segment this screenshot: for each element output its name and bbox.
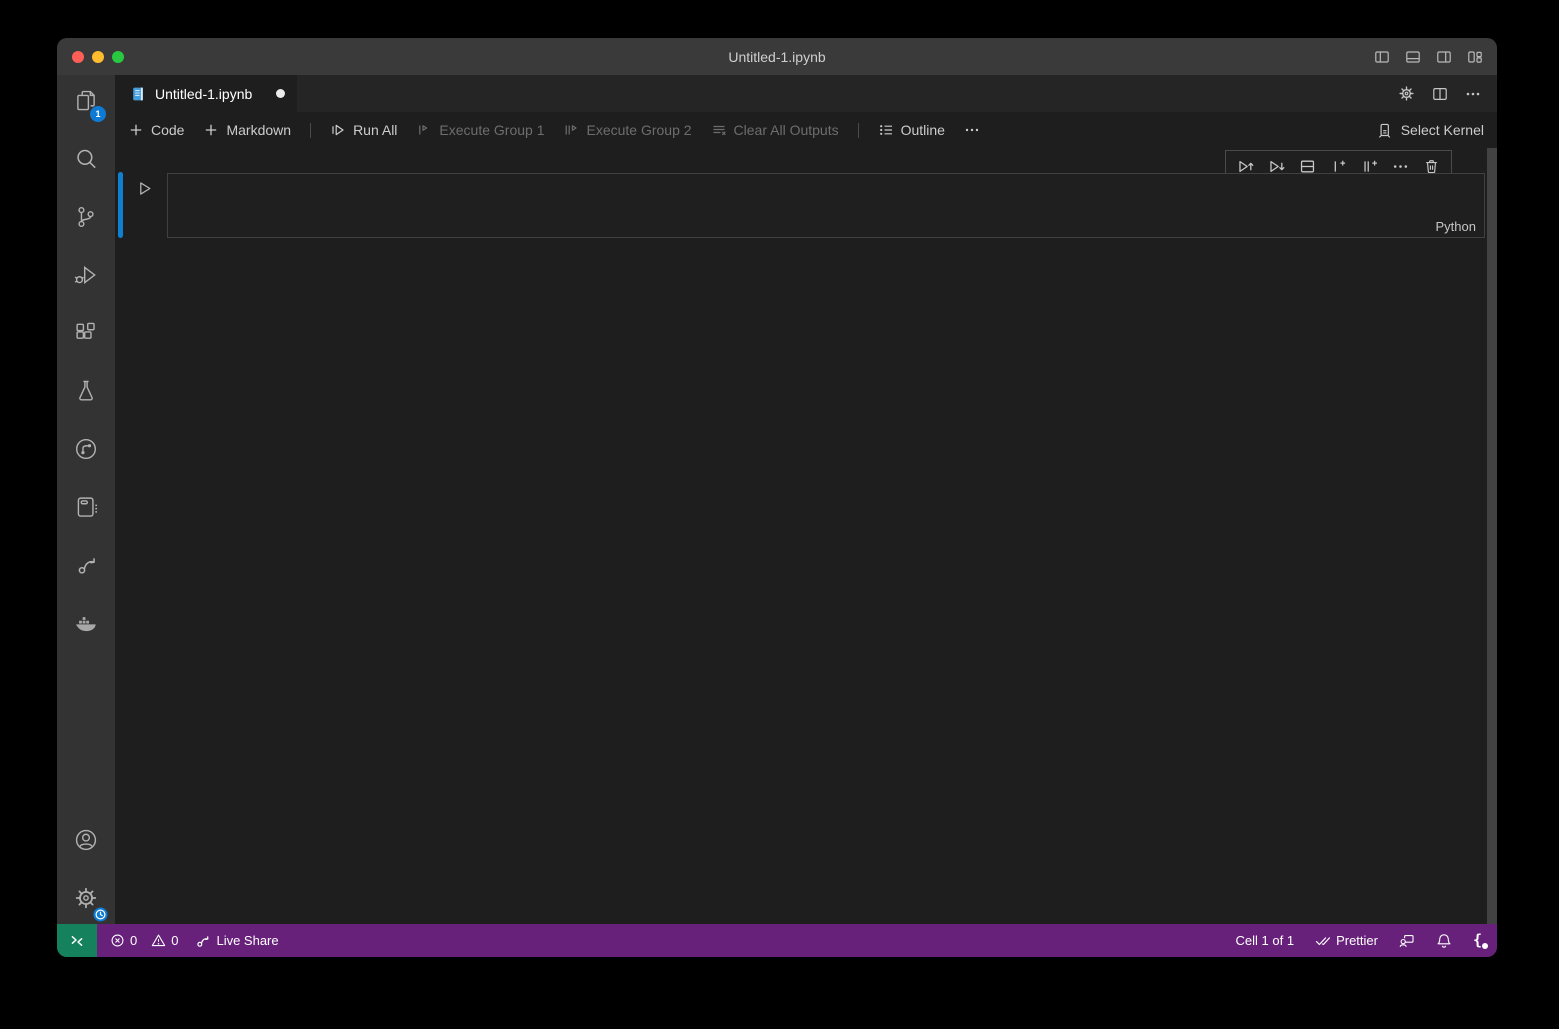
unsaved-changes-dot[interactable] — [276, 89, 285, 98]
live-share-icon — [73, 552, 99, 578]
sidebar-item-run-debug[interactable] — [62, 250, 110, 300]
sidebar-item-live-share[interactable] — [62, 540, 110, 590]
cell-position-indicator[interactable]: Cell 1 of 1 — [1236, 933, 1295, 948]
notebook-file-icon — [130, 86, 146, 102]
sidebar-item-extensions[interactable] — [62, 308, 110, 358]
editor-scrollbar[interactable] — [1487, 148, 1497, 924]
remote-indicator[interactable] — [57, 924, 97, 957]
settings-sync-pending-badge — [93, 907, 108, 922]
remote-icon — [69, 933, 85, 949]
beaker-icon — [73, 378, 99, 404]
search-icon — [73, 146, 99, 172]
outline-button[interactable]: Outline — [878, 122, 945, 138]
tab-bar: Untitled-1.ipynb — [115, 75, 1497, 112]
sidebar-item-notebook[interactable] — [62, 482, 110, 532]
bell-icon — [1436, 933, 1452, 949]
split-editor-icon[interactable] — [1432, 86, 1448, 102]
live-share-status-icon — [195, 933, 211, 949]
run-all-icon — [330, 122, 346, 138]
run-all-button[interactable]: Run All — [330, 122, 397, 138]
window-controls — [72, 38, 124, 75]
warning-count: 0 — [171, 933, 178, 948]
kernel-icon — [1376, 122, 1393, 139]
errors-icon — [110, 933, 125, 948]
customize-layout-icon[interactable] — [1467, 49, 1483, 65]
sidebar-item-explorer[interactable]: 1 — [62, 76, 110, 126]
docker-icon — [73, 610, 99, 636]
notifications-bell-icon[interactable] — [1436, 933, 1452, 949]
explorer-badge: 1 — [90, 106, 106, 122]
cell-code-editor[interactable] — [167, 173, 1485, 238]
toolbar-more-actions-icon[interactable] — [964, 122, 980, 138]
feedback-icon — [1399, 933, 1415, 949]
braces-notification-icon[interactable]: { — [1473, 933, 1482, 948]
sidebar-item-testing[interactable] — [62, 366, 110, 416]
run-debug-icon — [73, 262, 99, 288]
outline-list-icon — [878, 122, 894, 138]
add-markdown-cell-button[interactable]: Markdown — [203, 122, 291, 138]
braces-dot — [1482, 943, 1488, 949]
add-code-cell-button[interactable]: Code — [128, 122, 184, 138]
status-bar: 0 0 Live Share Cell 1 of 1 Prettier — [57, 924, 1497, 957]
window-title: Untitled-1.ipynb — [728, 49, 825, 65]
play-icon — [136, 180, 153, 197]
execute-group-2-button[interactable]: Execute Group 2 — [563, 122, 691, 138]
error-count: 0 — [130, 933, 137, 948]
close-window-button[interactable] — [72, 51, 84, 63]
select-kernel-button[interactable]: Select Kernel — [1376, 122, 1484, 139]
problems-indicator[interactable]: 0 0 — [110, 933, 178, 948]
editor-area: Untitled-1.ipynb — [115, 75, 1497, 924]
title-bar: Untitled-1.ipynb — [57, 38, 1497, 75]
vscode-window: Untitled-1.ipynb — [57, 38, 1497, 957]
tab-label: Untitled-1.ipynb — [155, 86, 252, 102]
extensions-icon — [73, 320, 99, 346]
feedback-icon[interactable] — [1399, 933, 1415, 949]
activity-bar: 1 — [57, 75, 115, 924]
run-cell-button[interactable] — [136, 180, 153, 197]
sidebar-item-gitlens[interactable] — [62, 424, 110, 474]
gitlens-icon — [73, 436, 99, 462]
tab-untitled-notebook[interactable]: Untitled-1.ipynb — [115, 75, 297, 112]
notebook-content: Python — [115, 148, 1497, 924]
clear-outputs-icon — [711, 122, 727, 138]
execute-group-1-icon — [416, 122, 432, 138]
sidebar-item-search[interactable] — [62, 134, 110, 184]
accounts-button[interactable] — [62, 815, 110, 865]
execute-group-2-icon — [563, 122, 579, 138]
notebook-icon — [73, 494, 99, 520]
prettier-status-button[interactable]: Prettier — [1315, 933, 1378, 949]
notebook-toolbar: Code Markdown Run All Execute Group — [115, 112, 1497, 148]
notebook-cell: Python — [115, 172, 1485, 238]
toolbar-separator — [310, 123, 311, 138]
cell-language-picker[interactable]: Python — [1436, 219, 1476, 234]
sidebar-item-source-control[interactable] — [62, 192, 110, 242]
source-control-icon — [73, 204, 99, 230]
clear-all-outputs-button[interactable]: Clear All Outputs — [711, 122, 839, 138]
settings-button[interactable] — [62, 873, 110, 923]
screen: Untitled-1.ipynb — [0, 0, 1559, 1029]
sidebar-item-docker[interactable] — [62, 598, 110, 648]
minimize-window-button[interactable] — [92, 51, 104, 63]
account-icon — [73, 827, 99, 853]
double-check-icon — [1315, 933, 1331, 949]
plus-icon — [128, 122, 144, 138]
plus-icon — [203, 122, 219, 138]
toggle-primary-sidebar-icon[interactable] — [1374, 49, 1390, 65]
warnings-icon — [151, 933, 166, 948]
toolbar-separator — [858, 123, 859, 138]
toggle-secondary-sidebar-icon[interactable] — [1436, 49, 1452, 65]
cell-focus-indicator[interactable] — [118, 172, 123, 238]
toggle-panel-icon[interactable] — [1405, 49, 1421, 65]
execute-group-1-button[interactable]: Execute Group 1 — [416, 122, 544, 138]
editor-more-actions-icon[interactable] — [1465, 86, 1481, 102]
live-share-status-button[interactable]: Live Share — [195, 933, 278, 949]
notebook-settings-gear-icon[interactable] — [1398, 85, 1415, 102]
zoom-window-button[interactable] — [112, 51, 124, 63]
